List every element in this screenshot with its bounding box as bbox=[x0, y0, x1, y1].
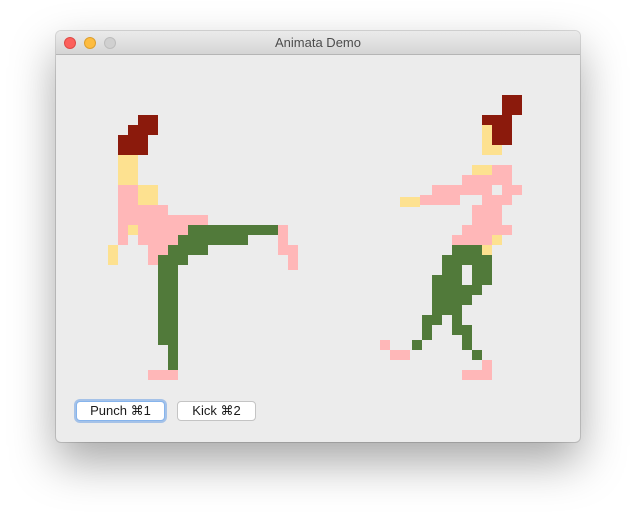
window-title: Animata Demo bbox=[275, 35, 361, 50]
left-fighter-pants bbox=[158, 225, 278, 370]
left-fighter-sprite bbox=[108, 115, 298, 380]
right-fighter-sprite bbox=[380, 95, 522, 380]
punch-button[interactable]: Punch ⌘1 bbox=[76, 401, 165, 421]
right-fighter-pants bbox=[412, 245, 492, 360]
kick-button[interactable]: Kick ⌘2 bbox=[177, 401, 256, 421]
left-fighter-shirt bbox=[118, 185, 298, 380]
app-window: Animata Demo Punch ⌘1 Kick ⌘2 bbox=[56, 31, 580, 442]
left-fighter-hair bbox=[118, 115, 158, 155]
title-bar[interactable]: Animata Demo bbox=[56, 31, 580, 55]
